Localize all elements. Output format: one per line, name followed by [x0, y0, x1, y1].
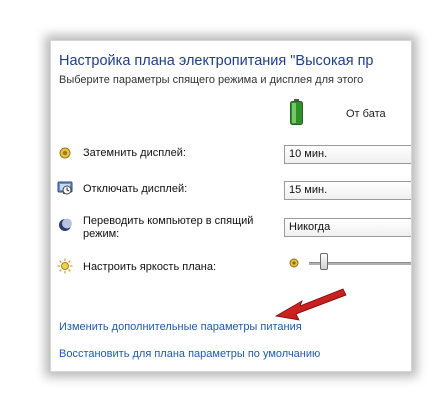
page-title: Настройка плана электропитания "Высокая …: [59, 53, 374, 69]
display-off-select[interactable]: 15 мин.: [284, 181, 411, 200]
battery-icon: [290, 99, 303, 125]
sleep-moon-icon: [59, 218, 72, 231]
dim-display-icon: [59, 147, 71, 159]
battery-column-label: От бата: [346, 108, 386, 120]
sleep-label: Переводить компьютер в спящий режим:: [83, 215, 254, 240]
sun-icon: [57, 258, 73, 274]
dim-display-label: Затемнить дисплей:: [83, 147, 186, 159]
screenshot-stage: Настройка плана электропитания "Высокая …: [0, 0, 434, 414]
advanced-power-settings-link[interactable]: Изменить дополнительные параметры питани…: [59, 321, 302, 333]
display-off-label: Отключать дисплей:: [83, 183, 188, 195]
brightness-low-icon: [289, 258, 299, 268]
dim-display-select[interactable]: 10 мин.: [284, 145, 411, 164]
restore-defaults-link[interactable]: Восстановить для плана параметры по умол…: [59, 348, 320, 360]
brightness-label: Настроить яркость плана:: [83, 261, 216, 273]
page-subtitle: Выберите параметры спящего режима и дисп…: [59, 74, 364, 86]
brightness-slider-thumb[interactable]: [320, 253, 328, 270]
sleep-select[interactable]: Никогда: [284, 218, 411, 237]
display-off-icon: [57, 181, 73, 195]
power-plan-settings-window: Настройка плана электропитания "Высокая …: [50, 40, 412, 372]
